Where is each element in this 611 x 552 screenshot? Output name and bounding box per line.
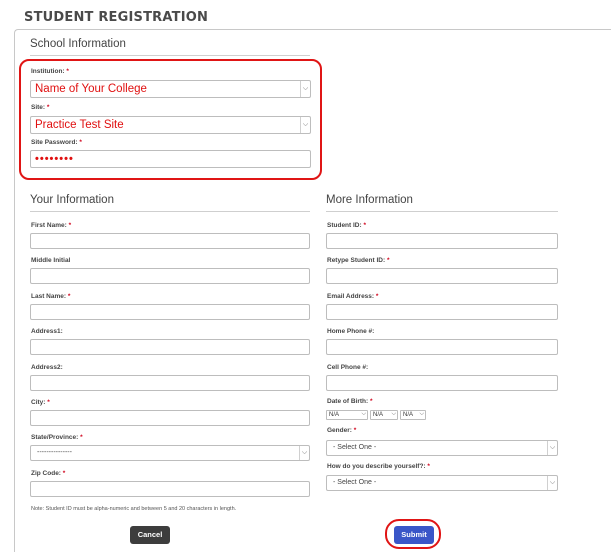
email-label: Email Address: * bbox=[327, 293, 379, 300]
email-input[interactable] bbox=[326, 304, 558, 320]
cell-phone-label: Cell Phone #: bbox=[327, 364, 369, 371]
submit-highlight bbox=[385, 519, 441, 549]
describe-yourself-select[interactable]: - Select One - ⌵ bbox=[326, 475, 558, 491]
retype-student-id-label: Retype Student ID: * bbox=[327, 257, 390, 264]
city-input[interactable] bbox=[30, 410, 310, 426]
more-info-section-title: More Information bbox=[326, 194, 413, 206]
chevron-down-icon: ⌵ bbox=[299, 446, 309, 460]
school-info-highlight bbox=[19, 59, 322, 180]
last-name-label: Last Name: * bbox=[31, 293, 71, 300]
cell-phone-input[interactable] bbox=[326, 375, 558, 391]
school-section-title: School Information bbox=[30, 38, 126, 50]
chevron-down-icon: ⌵ bbox=[361, 411, 366, 417]
middle-initial-input[interactable] bbox=[30, 268, 310, 284]
address1-input[interactable] bbox=[30, 339, 310, 355]
zip-code-input[interactable] bbox=[30, 481, 310, 497]
state-label: State/Province: * bbox=[31, 434, 83, 441]
address2-input[interactable] bbox=[30, 375, 310, 391]
dob-year-select[interactable]: N/A ⌵ bbox=[400, 410, 426, 420]
your-info-section-title: Your Information bbox=[30, 194, 114, 206]
address2-label: Address2: bbox=[31, 364, 63, 371]
city-label: City: * bbox=[31, 399, 50, 406]
describe-yourself-label: How do you describe yourself?: * bbox=[327, 463, 430, 470]
last-name-input[interactable] bbox=[30, 304, 310, 320]
school-section-rule bbox=[30, 55, 310, 56]
gender-label: Gender: * bbox=[327, 427, 357, 434]
your-info-section-rule bbox=[30, 211, 310, 212]
more-info-section-rule bbox=[326, 211, 558, 212]
zip-code-label: Zip Code: * bbox=[31, 470, 66, 477]
home-phone-input[interactable] bbox=[326, 339, 558, 355]
dob-month-select[interactable]: N/A ⌵ bbox=[326, 410, 368, 420]
cancel-button[interactable]: Cancel bbox=[130, 526, 170, 544]
chevron-down-icon: ⌵ bbox=[391, 411, 396, 417]
first-name-input[interactable] bbox=[30, 233, 310, 249]
first-name-label: First Name: * bbox=[31, 222, 72, 229]
home-phone-label: Home Phone #: bbox=[327, 328, 375, 335]
gender-select[interactable]: - Select One - ⌵ bbox=[326, 440, 558, 456]
retype-student-id-input[interactable] bbox=[326, 268, 558, 284]
middle-initial-label: Middle Initial bbox=[31, 257, 71, 264]
chevron-down-icon: ⌵ bbox=[419, 411, 424, 417]
student-id-note: Note: Student ID must be alpha-numeric a… bbox=[31, 506, 237, 512]
student-id-input[interactable] bbox=[326, 233, 558, 249]
chevron-down-icon: ⌵ bbox=[547, 441, 557, 455]
dob-label: Date of Birth: * bbox=[327, 398, 373, 405]
dob-day-select[interactable]: N/A ⌵ bbox=[370, 410, 398, 420]
page-title: STUDENT REGISTRATION bbox=[24, 10, 209, 25]
state-select[interactable]: --------------- ⌵ bbox=[30, 445, 310, 461]
student-id-label: Student ID: * bbox=[327, 222, 367, 229]
chevron-down-icon: ⌵ bbox=[547, 476, 557, 490]
address1-label: Address1: bbox=[31, 328, 63, 335]
